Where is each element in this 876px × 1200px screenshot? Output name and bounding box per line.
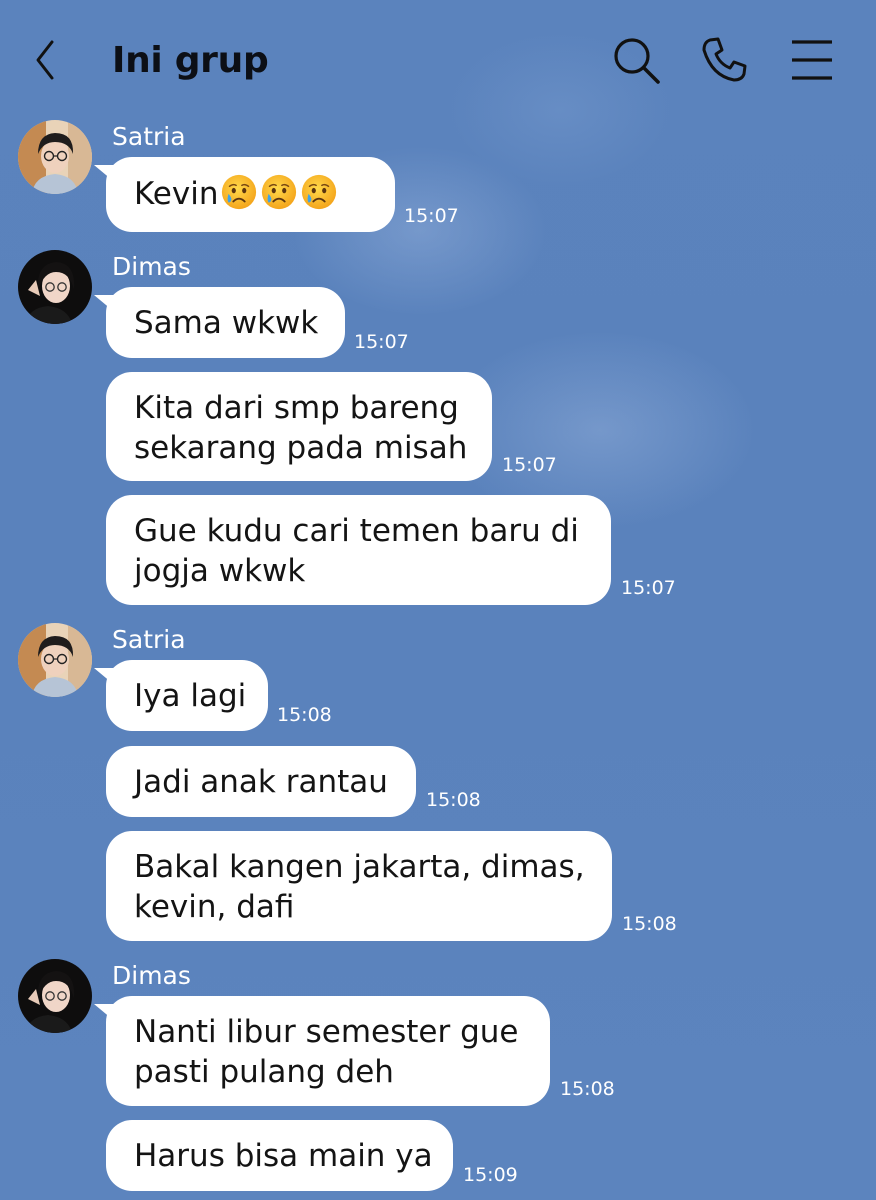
message-bubble[interactable]: Harus bisa main ya <box>106 1120 453 1191</box>
message-text: Iya lagi <box>134 678 247 714</box>
sender-name: Satria <box>112 625 186 654</box>
message-text-line: kevin, dafi <box>134 889 295 925</box>
message-text: Sama wkwk <box>134 305 319 341</box>
message-time: 15:08 <box>277 704 332 726</box>
message-text-line: Gue kudu cari temen baru di <box>134 513 579 549</box>
sender-name: Dimas <box>112 252 191 281</box>
avatar-satria[interactable] <box>18 623 92 697</box>
avatar-satria[interactable] <box>18 120 92 194</box>
message-time: 15:08 <box>426 789 481 811</box>
message-text: Kevin <box>134 176 219 212</box>
sender-name: Satria <box>112 122 186 151</box>
message-time: 15:08 <box>560 1078 615 1100</box>
avatar-dimas[interactable] <box>18 250 92 324</box>
message-time: 15:07 <box>404 205 459 227</box>
crying-face-icon <box>300 173 338 211</box>
message-text-line: Bakal kangen jakarta, dimas, <box>134 849 585 885</box>
message-text-line: sekarang pada misah <box>134 430 468 466</box>
message-bubble[interactable]: Jadi anak rantau <box>106 746 416 817</box>
message-text-line: Nanti libur semester gue <box>134 1014 519 1050</box>
crying-face-icon <box>260 173 298 211</box>
sender-name: Dimas <box>112 961 191 990</box>
message-text: Jadi anak rantau <box>134 764 388 800</box>
message-text-line: jogja wkwk <box>134 553 306 589</box>
message-time: 15:07 <box>354 331 409 353</box>
message-text: Harus bisa main ya <box>134 1138 433 1174</box>
message-bubble[interactable]: Sama wkwk <box>106 287 345 358</box>
message-time: 15:07 <box>621 577 676 599</box>
message-time: 15:07 <box>502 454 557 476</box>
message-time: 15:09 <box>463 1164 518 1186</box>
message-time: 15:08 <box>622 913 677 935</box>
message-list[interactable]: Satria Kevin 15:07 Dimas Sama wkwk 15:07… <box>0 0 876 1200</box>
message-bubble[interactable]: Iya lagi <box>106 660 268 731</box>
message-text-line: Kita dari smp bareng <box>134 390 459 426</box>
message-bubble[interactable]: Kevin <box>106 157 395 232</box>
avatar-dimas[interactable] <box>18 959 92 1033</box>
message-bubble[interactable]: Bakal kangen jakarta, dimas, kevin, dafi <box>106 831 612 941</box>
message-bubble[interactable]: Kita dari smp bareng sekarang pada misah <box>106 372 492 481</box>
message-bubble[interactable]: Gue kudu cari temen baru di jogja wkwk <box>106 495 611 605</box>
message-text-line: pasti pulang deh <box>134 1054 394 1090</box>
crying-face-icon <box>220 173 258 211</box>
message-bubble[interactable]: Nanti libur semester gue pasti pulang de… <box>106 996 550 1106</box>
